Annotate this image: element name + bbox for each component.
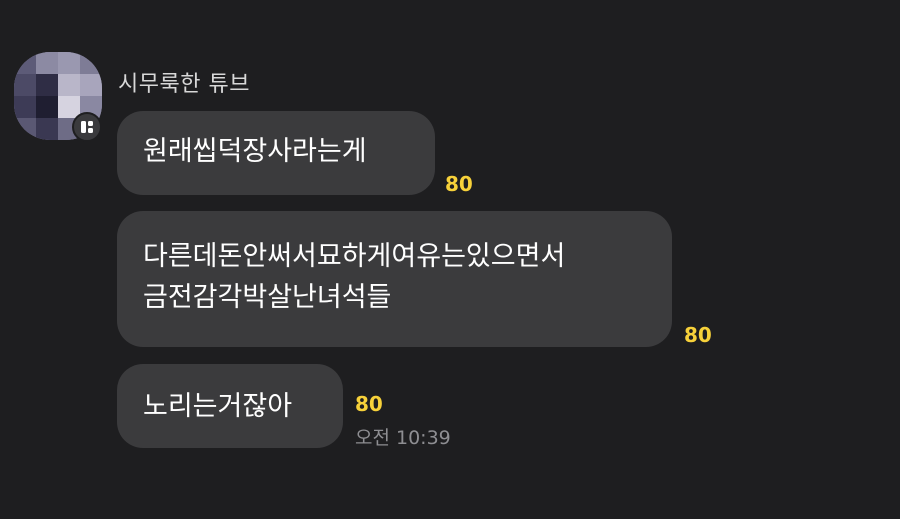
message-text: 다른데돈안써서묘하게여유는있으면서 <box>143 241 566 272</box>
message-bubble[interactable]: 다른데돈안써서묘하게여유는있으면서 금전감각박살난녀석들 <box>117 211 672 347</box>
message-bubble[interactable]: 노리는거잖아 <box>117 364 343 448</box>
message-text: 원래씹덕장사라는게 <box>143 136 367 167</box>
chat-room: 시무룩한 튜브 원래씹덕장사라는게 80 다른데돈안써서묘하게여유는있으면서 금… <box>0 0 900 519</box>
message-text: 노리는거잖아 <box>143 391 293 422</box>
message-bubble[interactable]: 원래씹덕장사라는게 <box>117 111 435 195</box>
unread-count: 80 <box>445 172 473 196</box>
multi-profile-icon <box>72 112 102 142</box>
message-text: 금전감각박살난녀석들 <box>143 282 392 313</box>
unread-count: 80 <box>355 392 383 416</box>
message-timestamp: 오전 10:39 <box>355 427 451 449</box>
sender-name[interactable]: 시무룩한 튜브 <box>118 66 250 98</box>
unread-count: 80 <box>684 323 712 347</box>
